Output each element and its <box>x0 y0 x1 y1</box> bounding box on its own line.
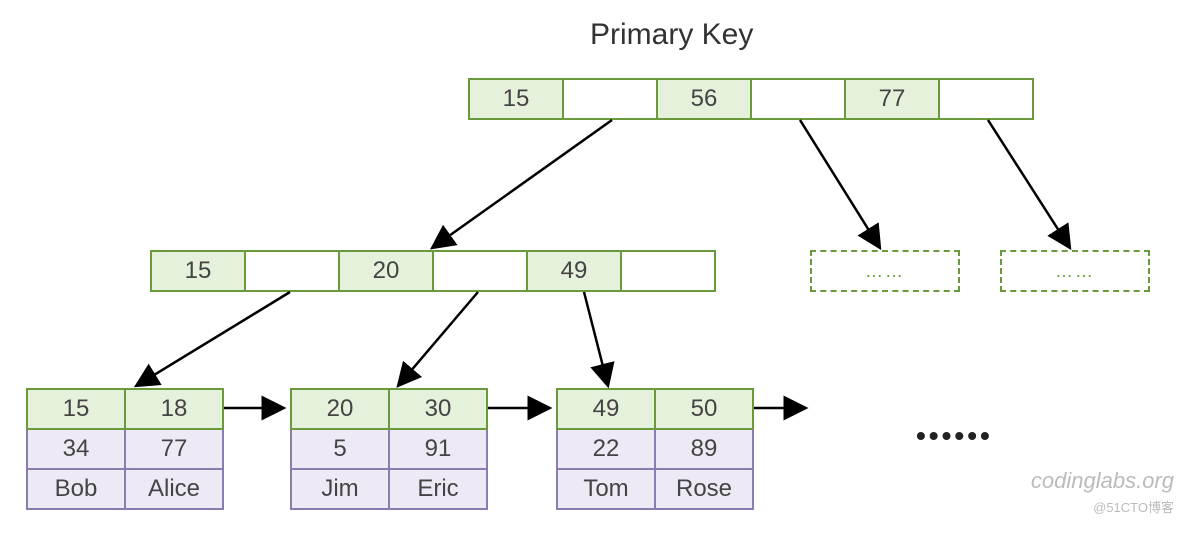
leaf-ellipsis: •••••• <box>916 420 993 452</box>
diagram-title: Primary Key <box>590 18 753 52</box>
leaf-0-key-1: 18 <box>125 389 223 429</box>
root-node: 15 56 77 <box>468 78 1034 120</box>
root-ptr-1 <box>750 78 846 120</box>
leaf-1-d1-1: Eric <box>389 469 487 509</box>
leaf-0-d1-0: Bob <box>27 469 125 509</box>
leaf-0-d0-1: 77 <box>125 429 223 469</box>
leaf-node-0: 15 18 34 77 Bob Alice <box>26 388 224 510</box>
subtree-placeholder-2: …… <box>1000 250 1150 292</box>
internal-ptr-1 <box>432 250 528 292</box>
leaf-2-d1-0: Tom <box>557 469 655 509</box>
root-key-0: 15 <box>468 78 564 120</box>
root-ptr-2 <box>938 78 1034 120</box>
leaf-1-d1-0: Jim <box>291 469 389 509</box>
subtree-placeholder-1: …… <box>810 250 960 292</box>
leaf-2-d0-1: 89 <box>655 429 753 469</box>
watermark-51cto: @51CTO博客 <box>1093 497 1174 516</box>
internal-node: 15 20 49 <box>150 250 716 292</box>
leaf-0-d1-1: Alice <box>125 469 223 509</box>
leaf-1-key-0: 20 <box>291 389 389 429</box>
leaf-node-2: 49 50 22 89 Tom Rose <box>556 388 754 510</box>
leaf-1-key-1: 30 <box>389 389 487 429</box>
leaf-2-d1-1: Rose <box>655 469 753 509</box>
leaf-2-key-0: 49 <box>557 389 655 429</box>
internal-key-2: 49 <box>526 250 622 292</box>
internal-key-0: 15 <box>150 250 246 292</box>
leaf-node-1: 20 30 5 91 Jim Eric <box>290 388 488 510</box>
leaf-2-key-1: 50 <box>655 389 753 429</box>
leaf-0-key-0: 15 <box>27 389 125 429</box>
leaf-0-d0-0: 34 <box>27 429 125 469</box>
root-ptr-0 <box>562 78 658 120</box>
leaf-2-d0-0: 22 <box>557 429 655 469</box>
internal-ptr-0 <box>244 250 340 292</box>
watermark-codinglabs: codinglabs.org <box>1031 468 1174 494</box>
root-key-1: 56 <box>656 78 752 120</box>
internal-key-1: 20 <box>338 250 434 292</box>
leaf-1-d0-0: 5 <box>291 429 389 469</box>
internal-ptr-2 <box>620 250 716 292</box>
root-key-2: 77 <box>844 78 940 120</box>
leaf-1-d0-1: 91 <box>389 429 487 469</box>
